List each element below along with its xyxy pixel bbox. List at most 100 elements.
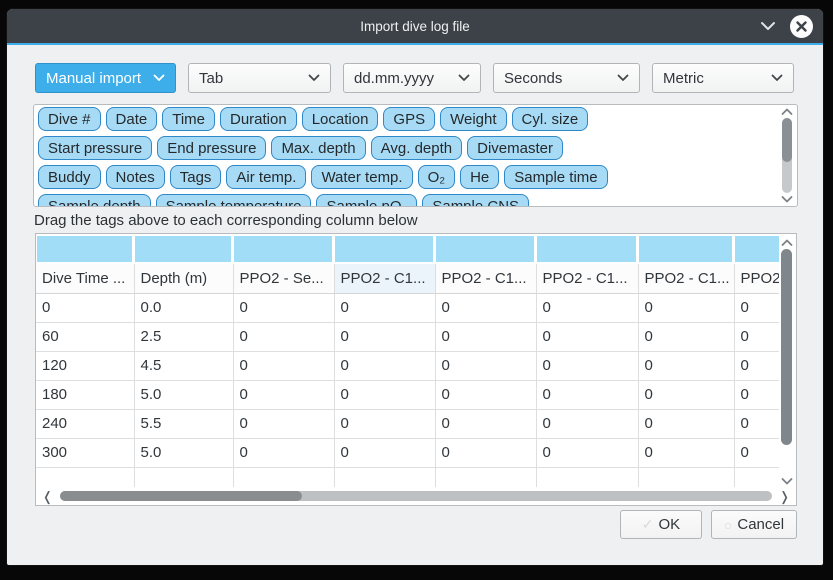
scroll-down-icon[interactable] — [781, 195, 793, 203]
table-cell: 5.5 — [134, 409, 233, 438]
draggable-field-tag[interactable]: Date — [106, 107, 158, 131]
table-cell: 0 — [638, 351, 734, 380]
draggable-field-tag[interactable]: Time — [162, 107, 215, 131]
table-cell: 0 — [536, 409, 638, 438]
scrollbar-track[interactable] — [782, 118, 792, 193]
instruction-text: Drag the tags above to each correspondin… — [34, 212, 418, 229]
field-separator-select[interactable]: Tab — [188, 63, 331, 93]
column-drop-target[interactable] — [234, 236, 332, 262]
table-cell: 0 — [435, 351, 536, 380]
table-row: 602.5000000 — [36, 322, 781, 351]
chevron-down-icon — [308, 74, 320, 82]
scroll-down-icon[interactable] — [781, 477, 793, 485]
table-hscrollbar[interactable]: ❬ ❭ — [36, 487, 796, 505]
draggable-field-tag[interactable]: Sample depth — [38, 194, 151, 207]
draggable-field-tag[interactable]: Notes — [106, 165, 165, 189]
draggable-field-tag[interactable]: He — [460, 165, 499, 189]
table-cell: 0 — [233, 293, 334, 322]
draggable-field-tag[interactable]: Divemaster — [467, 136, 563, 160]
table-cell: 0 — [36, 293, 134, 322]
draggable-field-tag[interactable]: Weight — [440, 107, 506, 131]
draggable-field-tag[interactable]: Cyl. size — [512, 107, 589, 131]
table-cell: 0.0 — [134, 293, 233, 322]
chevron-down-icon — [617, 74, 629, 82]
table-cell: 0 — [334, 438, 435, 467]
column-drop-target[interactable] — [335, 236, 433, 262]
chevron-down-icon — [458, 74, 470, 82]
draggable-field-tag[interactable]: Avg. depth — [371, 136, 462, 160]
column-header: PPO2 - C1... — [334, 264, 435, 293]
column-drop-target[interactable] — [436, 236, 534, 262]
draggable-field-tag[interactable]: Sample CNS — [422, 194, 529, 207]
tag-row: Sample depth Sample temperature Sample pO₂… — [38, 194, 775, 207]
titlebar-accent-line — [7, 43, 823, 45]
draggable-field-tag[interactable]: GPS — [383, 107, 435, 131]
table-row: 00.0000000 — [36, 293, 781, 322]
draggable-field-tag[interactable]: Buddy — [38, 165, 101, 189]
cancel-circle-icon: ○ — [724, 517, 732, 533]
import-mode-select[interactable]: Manual import — [35, 63, 176, 93]
column-drop-target[interactable] — [537, 236, 636, 262]
table-cell: 4.5 — [134, 351, 233, 380]
table-cell: 0 — [734, 322, 781, 351]
column-header: PPO2 — [734, 264, 781, 293]
column-drop-target[interactable] — [135, 236, 231, 262]
close-icon[interactable] — [790, 15, 813, 38]
column-header: Dive Time ... — [36, 264, 134, 293]
draggable-field-tag[interactable]: Air temp. — [226, 165, 306, 189]
tag-list-panel: Dive #DateTimeDurationLocationGPSWeightC… — [33, 104, 798, 207]
column-header: PPO2 - Se... — [233, 264, 334, 293]
draggable-field-tag[interactable]: Duration — [220, 107, 297, 131]
table-cell: 0 — [233, 322, 334, 351]
table-cell: 0 — [334, 293, 435, 322]
table-cell: 0 — [435, 380, 536, 409]
draggable-field-tag[interactable]: Water temp. — [311, 165, 412, 189]
draggable-field-tag[interactable]: Sample time — [504, 165, 607, 189]
draggable-field-tag[interactable]: Location — [302, 107, 379, 131]
units-select[interactable]: Metric — [652, 63, 794, 93]
tag-panel-scrollbar[interactable] — [779, 108, 794, 203]
scrollbar-thumb[interactable] — [781, 249, 792, 445]
table-cell: 0 — [435, 293, 536, 322]
draggable-field-tag[interactable]: Dive # — [38, 107, 101, 131]
draggable-field-tag[interactable]: Sample temperature — [156, 194, 312, 207]
draggable-field-tag[interactable]: Sample pO₂ — [316, 194, 417, 207]
ok-button[interactable]: ✓ OK — [620, 510, 702, 539]
draggable-field-tag[interactable]: Tags — [170, 165, 222, 189]
table-cell: 0 — [435, 409, 536, 438]
time-format-select[interactable]: Seconds — [493, 63, 640, 93]
scrollbar-thumb[interactable] — [60, 491, 302, 501]
dialog-button-box: ✓ OK ○ Cancel — [620, 510, 797, 539]
column-drop-target[interactable] — [639, 236, 732, 262]
table-cell: 0 — [734, 409, 781, 438]
draggable-field-tag[interactable]: Start pressure — [38, 136, 152, 160]
scrollbar-track[interactable] — [60, 491, 772, 501]
scroll-right-icon[interactable]: ❭ — [779, 490, 790, 503]
table-vscrollbar[interactable] — [779, 236, 794, 488]
scroll-up-icon[interactable] — [781, 108, 793, 116]
table-cell: 0 — [536, 293, 638, 322]
table-cell: 2.5 — [134, 322, 233, 351]
scroll-up-icon[interactable] — [781, 239, 793, 247]
table-cell: 0 — [734, 293, 781, 322]
scroll-left-icon[interactable]: ❬ — [42, 490, 53, 503]
table-cell: 0 — [638, 322, 734, 351]
table-row: 1204.5000000 — [36, 351, 781, 380]
date-format-select[interactable]: dd.mm.yyyy — [343, 63, 481, 93]
draggable-field-tag[interactable]: End pressure — [157, 136, 266, 160]
table-cell: 300 — [36, 438, 134, 467]
column-drop-target[interactable] — [735, 236, 779, 262]
table-cell: 0 — [233, 380, 334, 409]
table-cell: 5.0 — [134, 438, 233, 467]
cancel-button[interactable]: ○ Cancel — [711, 510, 797, 539]
shade-chevron-icon[interactable] — [760, 21, 776, 31]
table-cell: 0 — [638, 293, 734, 322]
draggable-field-tag[interactable]: Max. depth — [271, 136, 365, 160]
preview-table: Dive Time ...Depth (m)PPO2 - Se...PPO2 -… — [35, 233, 797, 506]
scrollbar-thumb[interactable] — [782, 118, 792, 162]
table-cell: 240 — [36, 409, 134, 438]
draggable-field-tag[interactable]: O₂ — [418, 165, 456, 189]
titlebar[interactable]: Import dive log file — [7, 9, 823, 43]
column-drop-target[interactable] — [37, 236, 132, 262]
table-cell: 0 — [536, 438, 638, 467]
